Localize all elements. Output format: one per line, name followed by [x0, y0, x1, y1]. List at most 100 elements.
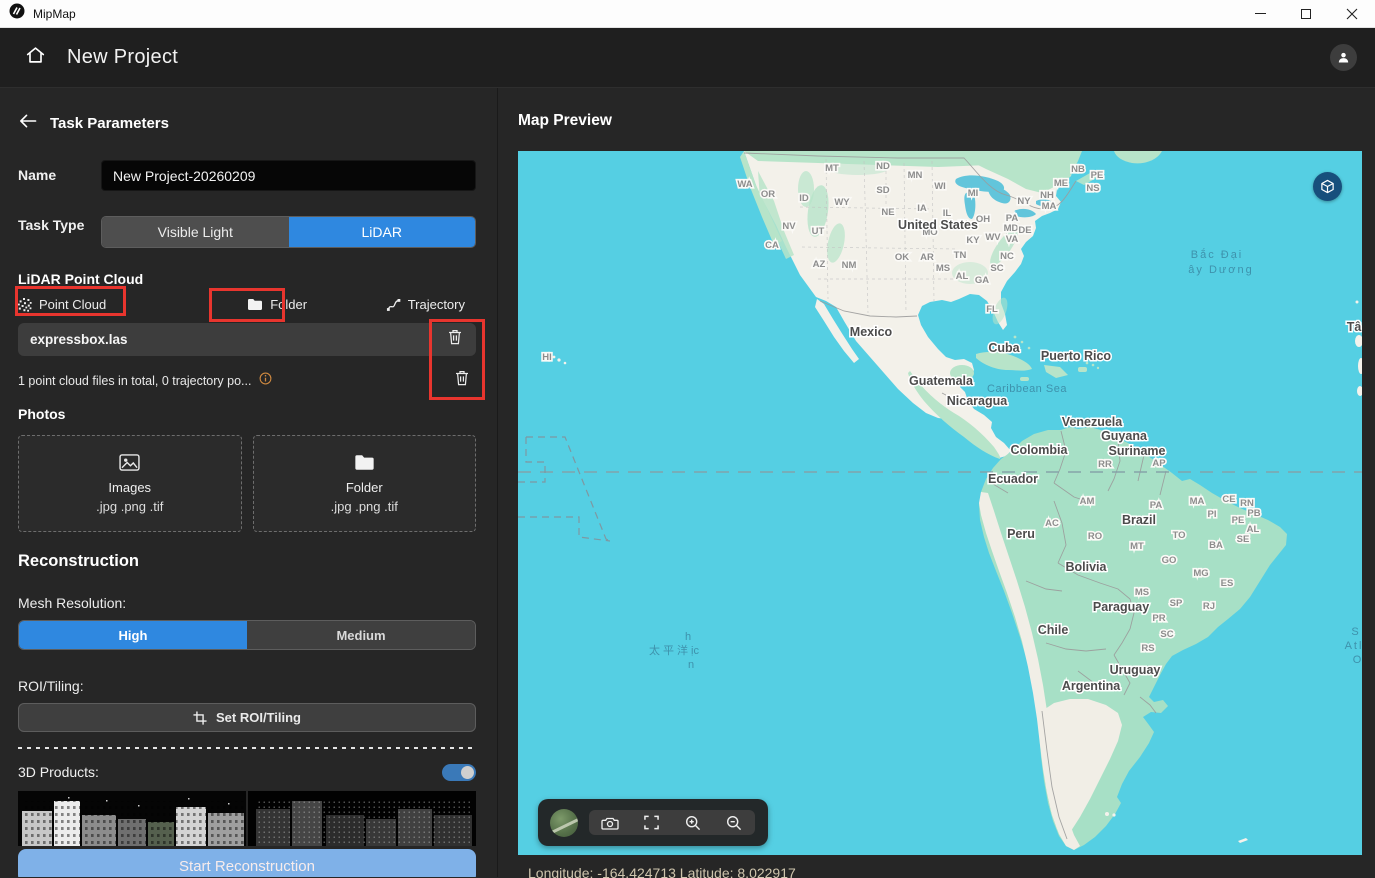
- 3d-product-thumbnail-mesh[interactable]: [18, 791, 246, 846]
- svg-text:Nicaragua: Nicaragua: [947, 394, 1008, 408]
- svg-text:RO: RO: [1088, 531, 1102, 542]
- coordinates-readout: Longitude: -164.424713 Latitude: 8.02291…: [518, 865, 1375, 878]
- name-label: Name: [18, 166, 101, 184]
- svg-text:Chile: Chile: [1038, 623, 1069, 637]
- svg-text:ây Dương: ây Dương: [1188, 264, 1253, 276]
- set-roi-tiling-button[interactable]: Set ROI/Tiling: [18, 703, 476, 732]
- app-title: MipMap: [33, 7, 76, 21]
- svg-text:RJ: RJ: [1203, 601, 1215, 612]
- svg-text:IA: IA: [917, 203, 927, 214]
- reconstruction-title: Reconstruction: [18, 552, 476, 571]
- svg-text:Venezuela: Venezuela: [1062, 415, 1123, 429]
- svg-text:NS: NS: [1086, 183, 1099, 194]
- images-icon: [119, 454, 140, 471]
- 3d-products-label: 3D Products:: [18, 763, 99, 781]
- page-title: New Project: [67, 46, 178, 69]
- svg-text:MI: MI: [968, 188, 979, 199]
- mesh-high-button[interactable]: High: [19, 621, 247, 649]
- svg-text:GA: GA: [975, 275, 989, 286]
- map-preview-title: Map Preview: [518, 112, 1375, 130]
- svg-text:ID: ID: [799, 193, 809, 204]
- svg-text:TO: TO: [1172, 530, 1185, 541]
- mesh-medium-button[interactable]: Medium: [247, 621, 475, 649]
- project-name-input[interactable]: [101, 160, 476, 191]
- svg-text:MT: MT: [825, 163, 839, 174]
- svg-text:DE: DE: [1018, 225, 1031, 236]
- 3d-product-thumbnail-pointcloud[interactable]: [248, 791, 476, 846]
- trash-icon: [448, 329, 462, 345]
- svg-text:MS: MS: [936, 263, 950, 274]
- zoom-out-button[interactable]: [719, 810, 749, 835]
- svg-text:NV: NV: [782, 221, 796, 232]
- svg-text:AP: AP: [1152, 458, 1166, 469]
- delete-trajectory-button[interactable]: [455, 370, 469, 391]
- lidar-point-cloud-title: LiDAR Point Cloud: [18, 271, 476, 287]
- info-icon[interactable]: [259, 372, 272, 390]
- close-button[interactable]: [1329, 0, 1375, 28]
- task-type-visible-light[interactable]: Visible Light: [102, 217, 289, 247]
- svg-text:ịc: ịc: [691, 645, 699, 657]
- folder-button[interactable]: Folder: [247, 297, 307, 312]
- cube-3d-icon: [1320, 179, 1335, 194]
- fit-extent-button[interactable]: [636, 810, 666, 835]
- point-cloud-button[interactable]: Point Cloud: [18, 297, 106, 312]
- delete-file-button[interactable]: [448, 329, 462, 350]
- svg-text:Guatemala: Guatemala: [909, 374, 974, 388]
- svg-text:Colombia: Colombia: [1011, 443, 1069, 457]
- svg-text:Puerto Rico: Puerto Rico: [1041, 349, 1112, 363]
- point-cloud-icon: [18, 298, 32, 312]
- svg-text:MA: MA: [1190, 496, 1205, 507]
- screenshot-button[interactable]: [595, 810, 625, 835]
- images-dropzone[interactable]: Images .jpg .png .tif: [18, 435, 242, 532]
- start-reconstruction-button[interactable]: Start Reconstruction: [18, 849, 476, 877]
- user-avatar[interactable]: [1330, 44, 1357, 71]
- svg-text:MT: MT: [1130, 541, 1144, 552]
- svg-text:RR: RR: [1098, 459, 1112, 470]
- svg-text:Bắc Đại: Bắc Đại: [1191, 248, 1244, 261]
- svg-text:NH: NH: [1040, 190, 1054, 201]
- svg-text:NM: NM: [842, 260, 857, 271]
- svg-text:HI: HI: [542, 352, 552, 363]
- minimize-button[interactable]: [1237, 0, 1283, 28]
- svg-text:Suriname: Suriname: [1109, 444, 1166, 458]
- mesh-resolution-label: Mesh Resolution:: [18, 595, 476, 611]
- app-logo-icon: [9, 3, 25, 24]
- svg-text:OK: OK: [895, 252, 909, 263]
- svg-text:WV: WV: [985, 232, 1001, 243]
- svg-text:O: O: [1353, 654, 1362, 666]
- map-preview-pane: Map Preview: [498, 88, 1375, 877]
- folder-dropzone[interactable]: Folder .jpg .png .tif: [253, 435, 477, 532]
- svg-text:OR: OR: [761, 189, 775, 200]
- svg-text:ME: ME: [1054, 178, 1068, 189]
- svg-text:NB: NB: [1071, 164, 1085, 175]
- task-type-lidar[interactable]: LiDAR: [289, 217, 476, 247]
- home-icon[interactable]: [24, 44, 47, 71]
- svg-text:AL: AL: [956, 271, 969, 282]
- zoom-in-button[interactable]: [678, 810, 708, 835]
- svg-text:Bolivia: Bolivia: [1066, 560, 1108, 574]
- svg-text:Ecuador: Ecuador: [988, 472, 1038, 486]
- trash-icon: [455, 370, 469, 386]
- trajectory-icon: [386, 298, 401, 312]
- svg-text:FL: FL: [986, 304, 998, 315]
- trajectory-button[interactable]: Trajectory: [386, 297, 465, 312]
- task-parameters-panel: Task Parameters Name Task Type Visible L…: [0, 88, 498, 877]
- roi-crop-icon: [193, 711, 207, 725]
- svg-text:CE: CE: [1222, 494, 1235, 505]
- back-arrow-icon[interactable]: [18, 113, 37, 134]
- person-icon: [1336, 50, 1351, 65]
- svg-text:AM: AM: [1080, 496, 1095, 507]
- maximize-button[interactable]: [1283, 0, 1329, 28]
- 3d-products-toggle[interactable]: [442, 764, 476, 781]
- map-canvas[interactable]: Bắc Đạiây DươngCaribbean Sea太平洋hịcnSAtlO…: [518, 151, 1362, 855]
- basemap-thumbnail[interactable]: [550, 809, 578, 837]
- svg-text:BA: BA: [1209, 540, 1223, 551]
- map-3d-button[interactable]: [1313, 172, 1342, 201]
- basemap: Bắc Đạiây DươngCaribbean Sea太平洋hịcnSAtlO…: [518, 151, 1362, 855]
- svg-text:AR: AR: [920, 252, 934, 263]
- svg-text:S: S: [1351, 626, 1360, 638]
- photos-title: Photos: [18, 406, 476, 422]
- svg-text:PB: PB: [1247, 508, 1260, 519]
- folder-icon: [354, 454, 375, 471]
- svg-text:PI: PI: [1208, 509, 1217, 520]
